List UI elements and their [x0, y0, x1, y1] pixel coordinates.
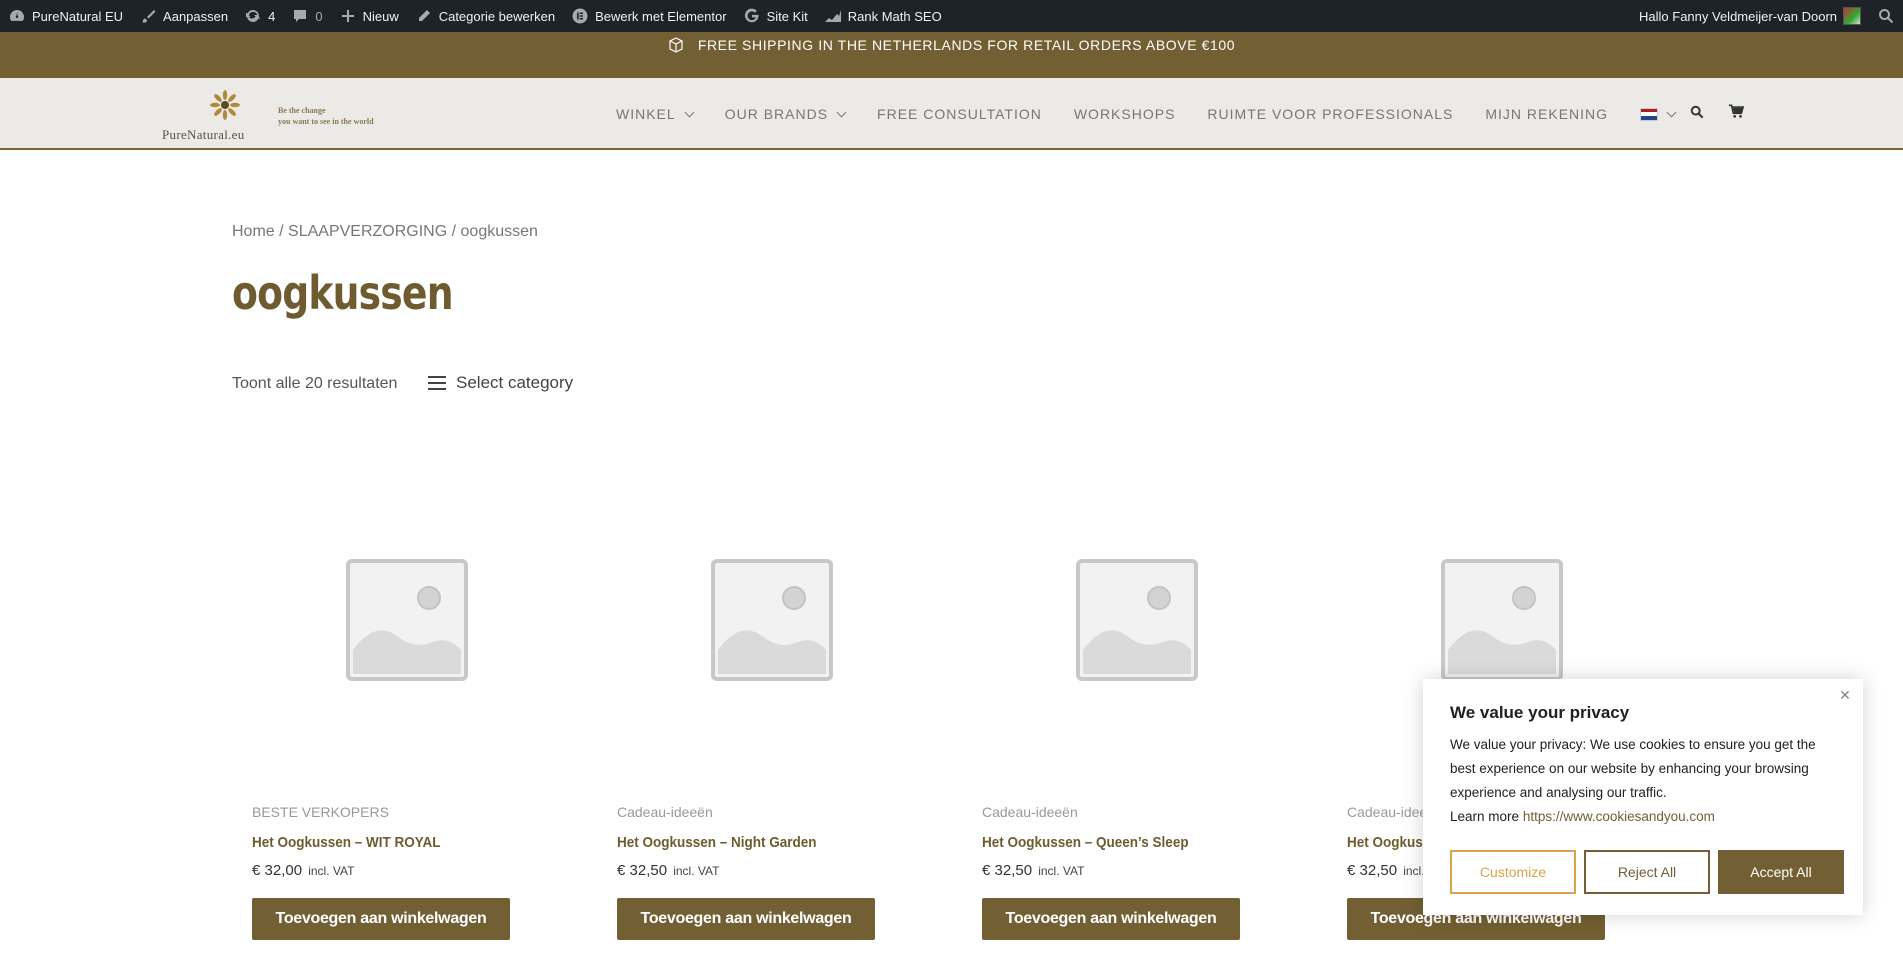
nav-ruimte-voor-professionals[interactable]: RUIMTE VOOR PROFESSIONALS [1207, 106, 1453, 122]
admin-edit-category-label: Categorie bewerken [438, 8, 556, 24]
select-category-label: Select category [456, 373, 574, 392]
admin-account-link[interactable]: Hallo Fanny Veldmeijer-van Doorn [1631, 0, 1869, 32]
admin-sitekit-link[interactable]: Site Kit [735, 0, 816, 32]
cookie-title: We value your privacy [1450, 703, 1630, 722]
image-placeholder-icon[interactable] [1075, 558, 1199, 682]
chevron-down-icon [836, 107, 847, 117]
nav-our-brands[interactable]: OUR BRANDS [725, 106, 847, 122]
language-switcher[interactable] [1640, 107, 1677, 121]
add-to-cart-button[interactable]: Toevoegen aan winkelwagen [617, 898, 875, 940]
product-price: € 32,00 incl. VAT [252, 862, 355, 879]
page-title: oogkussen [232, 266, 454, 320]
cookie-body: We value your privacy: We use cookies to… [1450, 737, 1816, 824]
admin-updates-link[interactable]: 4 [236, 0, 283, 32]
admin-new-label: Nieuw [362, 8, 399, 24]
add-to-cart-button[interactable]: Toevoegen aan winkelwagen [252, 898, 510, 940]
nav-winkel[interactable]: WINKEL [616, 106, 695, 122]
search-icon[interactable] [1690, 105, 1704, 124]
breadcrumb: Home / SLAAPVERZORGING / oogkussen [232, 223, 538, 240]
avatar [1843, 7, 1861, 25]
nav-workshops[interactable]: WORKSHOPS [1074, 106, 1176, 122]
product-price: € 32,50 incl. [1347, 862, 1425, 879]
admin-elementor-link[interactable]: Bewerk met Elementor [563, 0, 735, 32]
customize-button[interactable]: Customize [1450, 850, 1576, 894]
image-placeholder-icon[interactable] [710, 558, 834, 682]
cookie-learn-more-link[interactable]: https://www.cookiesandyou.com [1523, 809, 1715, 824]
admin-new-link[interactable]: Nieuw [331, 0, 407, 32]
close-icon[interactable]: ✕ [1837, 687, 1853, 703]
admin-site-link[interactable]: PureNatural EU [0, 0, 131, 32]
dashboard-icon [8, 7, 26, 25]
updates-icon [244, 7, 262, 25]
product-category[interactable]: BESTE VERKOPERS [252, 804, 389, 820]
comment-icon [291, 7, 309, 25]
product-price: € 32,50 incl. VAT [617, 862, 720, 879]
dutch-flag-icon [1640, 107, 1659, 121]
product-name[interactable]: Het Oogkussen – Night Garden [617, 834, 817, 851]
chevron-down-icon [1666, 107, 1677, 117]
admin-customize-link[interactable]: Aanpassen [131, 0, 236, 32]
image-placeholder-icon[interactable] [1440, 558, 1564, 682]
product-category[interactable]: Cadeau-ideeën [617, 804, 713, 820]
main-nav: WINKEL OUR BRANDS FREE CONSULTATION WORK… [616, 78, 1707, 150]
google-g-icon [743, 7, 761, 25]
admin-comments-count: 0 [315, 8, 323, 24]
search-icon [1877, 7, 1895, 25]
product-price: € 32,50 incl. VAT [982, 862, 1085, 879]
admin-updates-count: 4 [268, 8, 276, 24]
admin-customize-label: Aanpassen [163, 8, 229, 24]
product-category[interactable]: Cadeau-ideeën [982, 804, 1078, 820]
admin-rankmath-link[interactable]: Rank Math SEO [816, 0, 950, 32]
menu-icon [428, 376, 446, 390]
admin-elementor-label: Bewerk met Elementor [595, 8, 727, 24]
chevron-down-icon [684, 107, 695, 117]
flower-logo-icon [210, 90, 240, 120]
site-header: PureNatural.eu Be the change you want to… [0, 78, 1903, 150]
admin-comments-link[interactable]: 0 [283, 0, 330, 32]
brush-icon [139, 7, 157, 25]
shipping-notice-bar: FREE SHIPPING IN THE NETHERLANDS FOR RET… [0, 32, 1903, 78]
admin-search-button[interactable] [1869, 0, 1903, 32]
admin-rankmath-label: Rank Math SEO [847, 8, 942, 24]
breadcrumb-current: oogkussen [460, 223, 538, 240]
result-count: Toont alle 20 resultaten [232, 375, 398, 392]
elementor-icon [571, 7, 589, 25]
logo-tagline: Be the change you want to see in the wor… [278, 106, 374, 126]
product-name[interactable]: Het Oogkussen – WIT ROYAL [252, 834, 441, 851]
logo-name: PureNatural.eu [162, 127, 245, 142]
accept-all-button[interactable]: Accept All [1718, 850, 1844, 894]
admin-greeting: Hallo Fanny Veldmeijer-van Doorn [1639, 8, 1837, 24]
breadcrumb-home-link[interactable]: Home [232, 223, 275, 240]
package-icon [668, 37, 684, 78]
breadcrumb-category-link[interactable]: SLAAPVERZORGING [288, 223, 447, 240]
pencil-icon [415, 7, 433, 25]
add-to-cart-button[interactable]: Toevoegen aan winkelwagen [982, 898, 1240, 940]
site-logo[interactable]: PureNatural.eu Be the change you want to… [162, 88, 402, 142]
rankmath-icon [824, 7, 842, 25]
admin-bar: PureNatural EU Aanpassen 4 0 Nieuw Categ… [0, 0, 1903, 32]
cookie-consent-popup: ✕ We value your privacy We value your pr… [1423, 679, 1863, 915]
admin-edit-category-link[interactable]: Categorie bewerken [407, 0, 563, 32]
reject-all-button[interactable]: Reject All [1584, 850, 1710, 894]
product-name[interactable]: Het Oogkussen – Queen’s Sleep [982, 834, 1189, 851]
admin-sitekit-label: Site Kit [766, 8, 808, 24]
nav-free-consultation[interactable]: FREE CONSULTATION [877, 106, 1042, 122]
cart-icon[interactable] [1728, 104, 1745, 124]
plus-icon [339, 7, 357, 25]
admin-site-label: PureNatural EU [32, 8, 124, 24]
nav-mijn-rekening[interactable]: MIJN REKENING [1485, 106, 1608, 122]
shipping-notice-text: FREE SHIPPING IN THE NETHERLANDS FOR RET… [697, 37, 1236, 53]
image-placeholder-icon[interactable] [345, 558, 469, 682]
select-category-button[interactable]: Select category [428, 373, 573, 393]
